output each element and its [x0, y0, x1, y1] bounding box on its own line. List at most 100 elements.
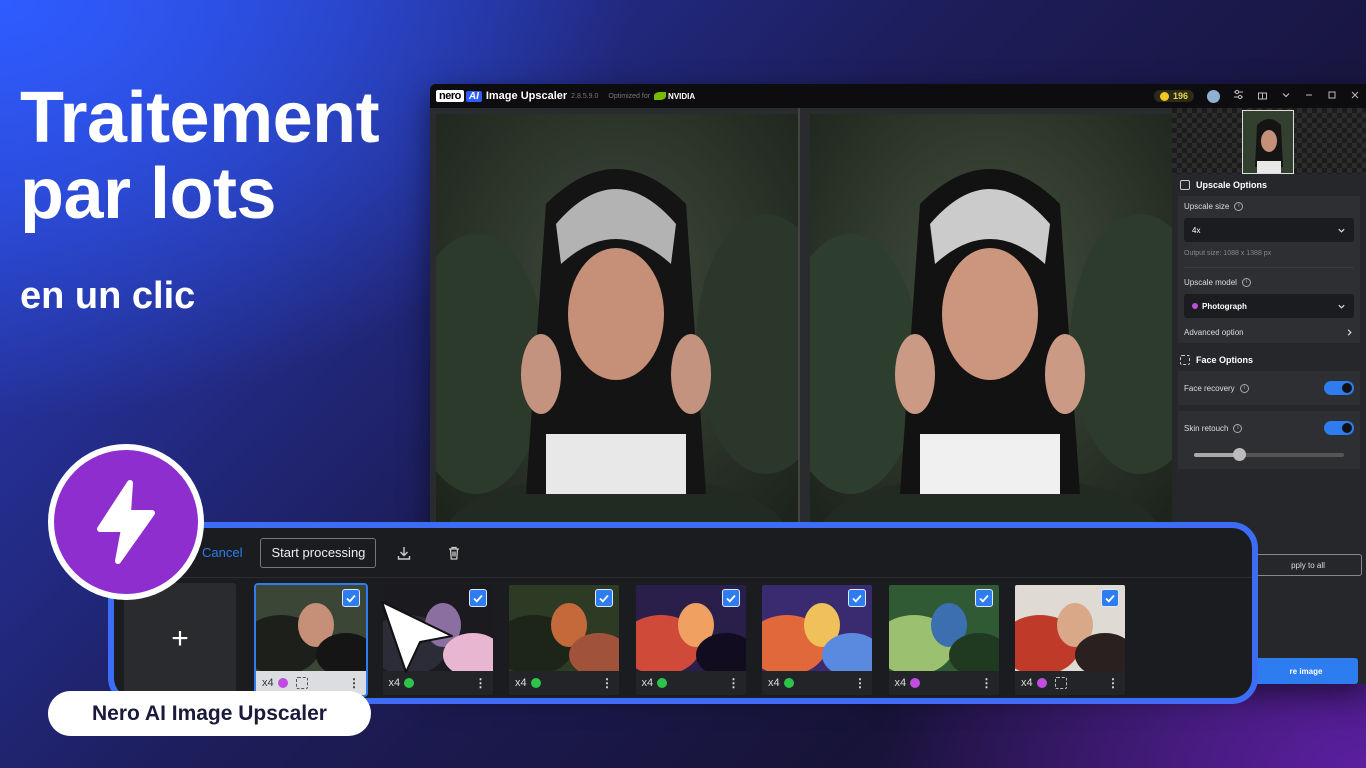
thumbnail-meta: x4 ⋮: [888, 671, 999, 695]
more-options-icon[interactable]: ⋮: [728, 677, 740, 689]
scale-label: x4: [388, 677, 401, 689]
app-title: Image Upscaler: [485, 90, 568, 102]
scale-label: x4: [262, 677, 274, 689]
upscale-size-label: Upscale size i: [1184, 202, 1354, 211]
chevron-down-icon: [1338, 228, 1345, 233]
optimized-for-label: Optimized for: [608, 92, 651, 100]
original-image: [436, 114, 798, 554]
checkbox-checked-icon[interactable]: [468, 589, 487, 607]
scale-label: x4: [1021, 677, 1033, 689]
checkbox-checked-icon[interactable]: [595, 589, 613, 607]
batch-panel: Cancel Start processing + x4 ⋮ x4 ⋮ x4 ⋮ x4 ⋮ x4…: [108, 522, 1258, 704]
scale-label: x4: [894, 677, 907, 689]
batch-thumbnail[interactable]: x4 ⋮: [509, 585, 619, 695]
skin-retouch-toggle[interactable]: [1324, 421, 1354, 435]
download-icon[interactable]: [394, 543, 414, 563]
checkbox-checked-icon[interactable]: [721, 589, 740, 607]
skin-retouch-card: Skin retouch i: [1178, 411, 1360, 469]
face-recovery-toggle[interactable]: [1324, 381, 1354, 395]
scale-label: x4: [641, 677, 654, 689]
hero-title-line1: Traitement: [20, 78, 380, 158]
add-image-button[interactable]: +: [124, 583, 236, 695]
thumbnail-meta: x4 ⋮: [635, 671, 746, 695]
model-color-dot: [530, 678, 541, 688]
info-icon[interactable]: i: [1234, 202, 1244, 211]
title-bar: nero AI Image Upscaler 2.8.5.9.0 Optimiz…: [430, 84, 1366, 108]
model-color-dot: [1192, 302, 1198, 309]
more-options-icon[interactable]: ⋮: [475, 677, 487, 689]
more-options-icon[interactable]: ⋮: [348, 677, 360, 689]
batch-toolbar: Cancel Start processing: [114, 528, 1252, 578]
checkbox-checked-icon[interactable]: [848, 589, 866, 607]
skin-retouch-row: Skin retouch i: [1184, 417, 1354, 439]
close-icon[interactable]: [1350, 90, 1360, 103]
cancel-button[interactable]: Cancel: [202, 545, 242, 560]
more-options-icon[interactable]: ⋮: [1107, 677, 1119, 689]
batch-thumbnail[interactable]: x4 ⋮: [762, 585, 872, 695]
more-options-icon[interactable]: ⋮: [601, 677, 613, 689]
model-color-dot: [910, 678, 921, 688]
checkbox-checked-icon[interactable]: [974, 589, 993, 607]
model-color-dot: [277, 678, 288, 688]
upscale-model-select[interactable]: Photograph: [1184, 294, 1354, 318]
model-color-dot: [1036, 678, 1047, 688]
info-icon[interactable]: i: [1241, 278, 1251, 287]
face-recovery-row: Face recovery i: [1184, 377, 1354, 399]
checkbox-checked-icon[interactable]: [342, 589, 360, 607]
batch-thumbnail[interactable]: x4 ⋮: [254, 583, 368, 697]
nvidia-logo: NVIDIA: [654, 92, 695, 101]
slider-knob[interactable]: [1233, 448, 1246, 461]
face-recovery-card: Face recovery i: [1178, 371, 1360, 405]
chevron-right-icon: [1347, 329, 1352, 336]
minimize-icon[interactable]: [1304, 90, 1314, 103]
upscale-options-header: Upscale Options: [1172, 174, 1366, 196]
upscale-size-select[interactable]: 4x: [1184, 218, 1354, 242]
face-scan-icon: [1180, 355, 1190, 365]
start-processing-button[interactable]: Start processing: [260, 537, 377, 568]
gift-icon[interactable]: [1257, 89, 1268, 103]
more-options-icon[interactable]: ⋮: [981, 677, 993, 689]
ai-logo: AI: [465, 90, 482, 102]
scale-label: x4: [768, 677, 780, 689]
face-options-header: Face Options: [1172, 349, 1366, 371]
skin-retouch-slider[interactable]: [1194, 448, 1344, 461]
preview-thumbnail[interactable]: [1242, 110, 1294, 174]
apply-to-all-button[interactable]: pply to all: [1254, 554, 1362, 576]
checkbox-checked-icon[interactable]: [1101, 589, 1119, 607]
upscale-icon: [1180, 180, 1190, 190]
chevron-down-icon: [1338, 304, 1345, 309]
title-bar-controls: 196: [1153, 89, 1360, 103]
thumbnail-meta: x4 ⋮: [509, 671, 619, 695]
chevron-down-icon[interactable]: [1281, 90, 1291, 103]
batch-thumbnail[interactable]: x4 ⋮: [888, 585, 999, 695]
upscaled-image: [810, 114, 1172, 554]
avatar[interactable]: [1207, 89, 1220, 103]
more-options-icon[interactable]: ⋮: [854, 677, 866, 689]
credits-count: 196: [1172, 91, 1188, 101]
advanced-option-row[interactable]: Advanced option: [1184, 328, 1354, 337]
face-scan-icon: [1054, 677, 1067, 689]
batch-thumbnail[interactable]: x4 ⋮: [1015, 585, 1125, 695]
thumbnail-meta: x4 ⋮: [1015, 671, 1125, 695]
hero-headline: Traitement par lots: [20, 78, 380, 234]
settings-sliders-icon[interactable]: [1233, 89, 1244, 103]
product-name-pill: Nero AI Image Upscaler: [48, 691, 371, 736]
credits-badge[interactable]: 196: [1153, 90, 1194, 102]
model-color-dot: [404, 678, 415, 688]
nero-logo: nero: [436, 90, 464, 102]
trash-icon[interactable]: [444, 543, 464, 563]
thumbnail-meta: x4 ⋮: [762, 671, 872, 695]
maximize-icon[interactable]: [1327, 90, 1337, 103]
scale-label: x4: [515, 677, 527, 689]
info-icon[interactable]: i: [1239, 383, 1249, 393]
model-color-dot: [783, 678, 794, 688]
info-icon[interactable]: i: [1233, 423, 1243, 433]
nvidia-eye-icon: [654, 92, 667, 101]
cursor-icon: [381, 601, 453, 673]
preview-strip: [1172, 108, 1366, 174]
batch-thumbnail[interactable]: x4 ⋮: [635, 585, 746, 695]
save-image-button[interactable]: re image: [1254, 658, 1358, 684]
face-scan-icon: [295, 677, 308, 689]
upscale-model-label: Upscale model i: [1184, 278, 1354, 287]
hero-title-line2: par lots: [20, 154, 277, 234]
